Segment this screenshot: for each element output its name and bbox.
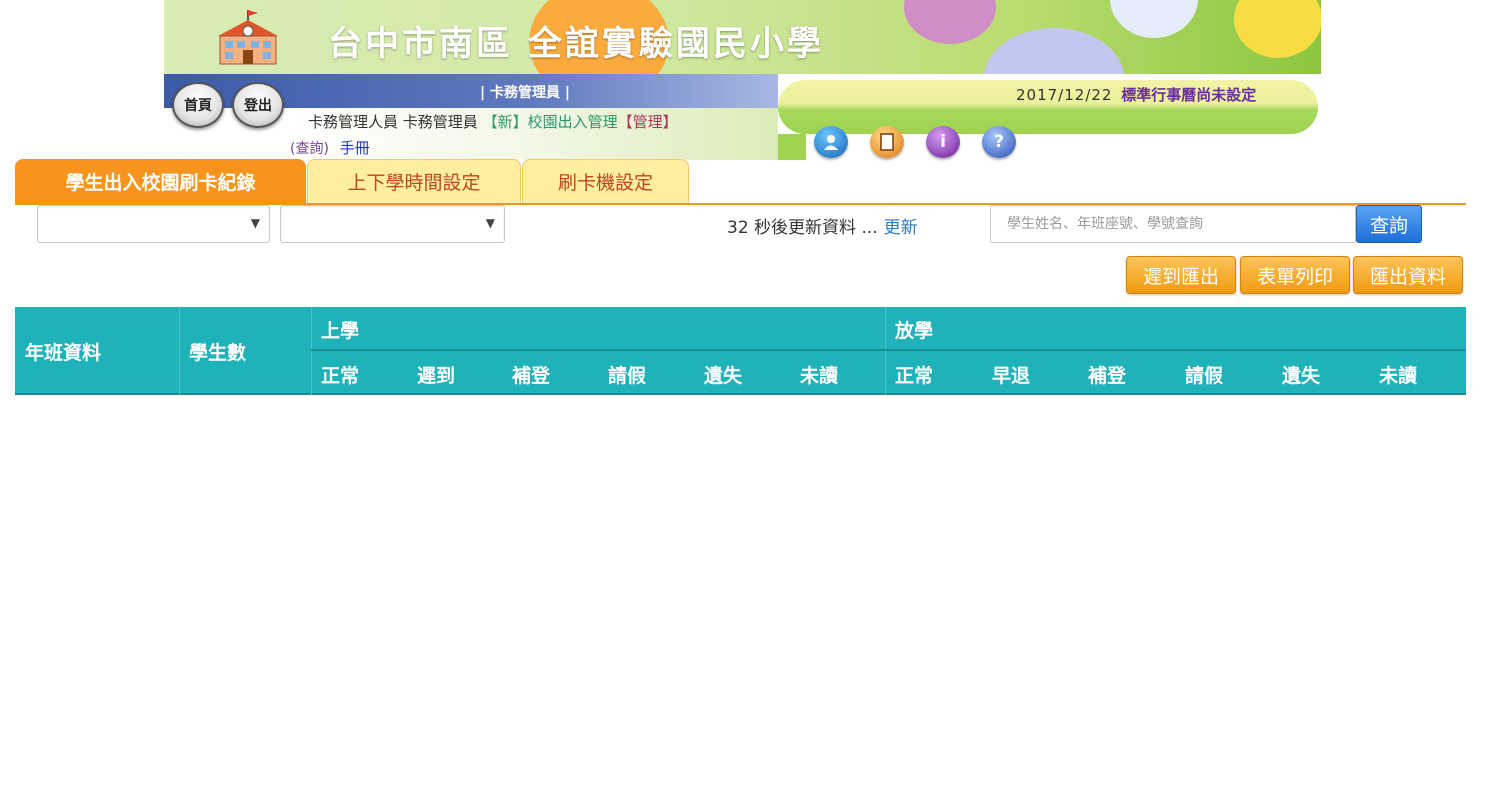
group-afternoon: 放學 (895, 319, 934, 342)
nav-bar: 首頁 登出 | 卡務管理員 | 卡務管理人員 卡務管理員 【新】校園出入管理【管… (164, 74, 1321, 160)
col-afternoon-unread: 未讀 (1379, 364, 1418, 387)
column-divider (311, 307, 312, 395)
user-info: 卡務管理人員 卡務管理員 【新】校園出入管理【管理】 (308, 111, 678, 132)
refresh-countdown: 32 秒後更新資料 ... (727, 218, 878, 238)
grade-select[interactable]: ▼ (37, 205, 270, 243)
date-line: 2017/12/22 標準行事曆尚未設定 (1016, 84, 1256, 105)
info-icon[interactable]: i (926, 126, 960, 158)
school-building-icon (218, 10, 278, 65)
column-divider (885, 307, 886, 395)
dropdown-arrow-icon: ▼ (485, 216, 495, 230)
group-morning: 上學 (321, 319, 360, 342)
col-morning-unread: 未讀 (800, 364, 839, 387)
home-button[interactable]: 首頁 (172, 82, 224, 128)
col-afternoon-manual: 補登 (1088, 364, 1127, 387)
col-afternoon-normal: 正常 (895, 364, 934, 387)
user-profile-icon[interactable] (814, 126, 848, 158)
print-form-button[interactable]: 表單列印 (1240, 256, 1350, 294)
tab-bar: 學生出入校園刷卡紀錄 上下學時間設定 刷卡機設定 (15, 159, 1466, 205)
current-date: 2017/12/22 (1016, 86, 1113, 104)
banner-decoration (1234, 0, 1321, 58)
attendance-table-header: 年班資料 學生數 上學 放學 正常 遲到 補登 請假 遺失 未讀 正常 早退 補… (15, 307, 1466, 395)
auto-refresh-status: 32 秒後更新資料 ... 更新 (727, 213, 918, 238)
col-student-count: 學生數 (189, 341, 247, 364)
tab-school-time-settings[interactable]: 上下學時間設定 (307, 159, 521, 203)
nav-icons: i ? (814, 126, 1016, 160)
role-title: | 卡務管理員 | (480, 85, 570, 101)
col-morning-leave: 請假 (608, 364, 647, 387)
nav-right-strip (778, 134, 806, 160)
calendar-note[interactable]: 標準行事曆尚未設定 (1121, 86, 1256, 104)
col-morning-manual: 補登 (512, 364, 551, 387)
module-link[interactable]: 校園出入管理 (528, 113, 618, 131)
logout-button[interactable]: 登出 (232, 82, 284, 128)
export-data-button[interactable]: 匯出資料 (1353, 256, 1463, 294)
col-morning-late: 遲到 (417, 364, 456, 387)
user-name: 卡務管理人員 卡務管理員 (308, 113, 478, 131)
help-icon[interactable]: ? (982, 126, 1016, 158)
tab-card-records[interactable]: 學生出入校園刷卡紀錄 (15, 159, 306, 203)
col-morning-normal: 正常 (321, 364, 360, 387)
query-line: (查詢) 手冊 (290, 137, 370, 158)
student-search-input[interactable] (990, 205, 1356, 243)
col-morning-lost: 遺失 (704, 364, 743, 387)
document-icon[interactable] (870, 126, 904, 158)
manual-link[interactable]: 手冊 (340, 139, 370, 157)
late-export-button[interactable]: 遲到匯出 (1126, 256, 1236, 294)
refresh-link[interactable]: 更新 (884, 218, 918, 238)
col-afternoon-leave: 請假 (1185, 364, 1224, 387)
col-afternoon-lost: 遺失 (1282, 364, 1321, 387)
banner-decoration (984, 28, 1124, 74)
column-divider (179, 307, 180, 395)
dropdown-arrow-icon: ▼ (250, 216, 260, 230)
query-link[interactable]: (查詢) (290, 141, 329, 157)
search-button[interactable]: 查詢 (1356, 205, 1422, 243)
school-title: 台中市南區 全誼實驗國民小學 (328, 24, 824, 64)
group-divider (311, 349, 1466, 351)
manage-link[interactable]: 【管理】 (618, 113, 678, 131)
col-class-info: 年班資料 (25, 341, 102, 364)
new-link[interactable]: 【新】 (483, 113, 528, 131)
class-select[interactable]: ▼ (280, 205, 505, 243)
school-banner: 台中市南區 全誼實驗國民小學 (164, 0, 1321, 74)
tab-card-reader-settings[interactable]: 刷卡機設定 (522, 159, 689, 203)
banner-decoration (904, 0, 996, 44)
banner-decoration (1110, 0, 1198, 38)
col-afternoon-early: 早退 (992, 364, 1031, 387)
